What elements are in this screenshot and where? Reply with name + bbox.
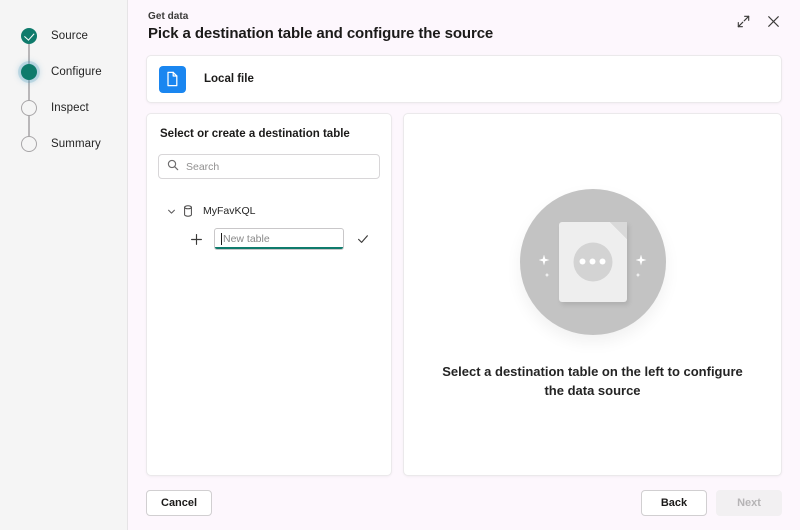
sidebar-step-label: Configure [51,66,102,78]
document-placeholder-illustration [519,188,666,335]
tree-item-label: MyFavKQL [203,205,256,217]
checkmark-icon[interactable] [355,231,371,247]
source-config-preview-panel: Select a destination table on the left t… [403,113,782,476]
step-status-pending-icon [21,136,37,152]
window-controls [734,12,782,30]
source-label: Local file [204,73,254,85]
content-panels: Select or create a destination table Sea… [146,113,782,484]
file-document-icon [159,65,186,93]
plus-icon[interactable] [188,233,204,246]
search-box[interactable] [158,154,380,179]
tree-item-myfavkql[interactable]: MyFavKQL [158,201,380,221]
destination-table-panel: Select or create a destination table Sea… [146,113,392,476]
dialog-eyebrow: Get data [148,11,189,22]
step-status-done-icon [21,28,37,44]
back-button[interactable]: Back [641,490,707,516]
dialog-header: Get data Pick a destination table and co… [146,0,782,42]
dialog-footer: Cancel Back Next [146,484,782,530]
sidebar-step-source[interactable]: Source [21,18,127,54]
wizard-steps: Source Configure Inspect Summary [0,18,127,162]
new-table-input[interactable] [222,229,337,249]
database-icon [180,205,196,217]
close-icon[interactable] [764,12,782,30]
step-status-pending-icon [21,100,37,116]
sparkle-icon [544,272,550,278]
next-button[interactable]: Next [716,490,782,516]
illustration-document [558,221,627,302]
wizard-sidebar: Source Configure Inspect Summary [0,0,128,530]
source-summary-card[interactable]: Local file [146,55,782,103]
dot [599,258,606,265]
sidebar-step-label: Summary [51,138,101,150]
get-data-dialog: Source Configure Inspect Summary Get dat… [0,0,800,530]
sidebar-step-label: Inspect [51,102,89,114]
sidebar-step-label: Source [51,30,89,42]
dot [589,258,596,265]
sparkle-icon [538,254,550,266]
empty-state-message: Select a destination table on the left t… [442,363,743,399]
dialog-main: Get data Pick a destination table and co… [128,0,800,530]
sidebar-step-summary[interactable]: Summary [21,126,127,162]
dot [579,258,586,265]
step-status-active-icon [21,64,37,80]
footer-right-buttons: Back Next [641,490,782,516]
chevron-down-icon[interactable] [165,207,178,216]
illustration-dots [573,242,612,281]
expand-diagonal-icon[interactable] [734,12,752,30]
sparkle-icon [635,272,641,278]
page-title: Pick a destination table and configure t… [148,25,494,42]
sidebar-step-inspect[interactable]: Inspect [21,90,127,126]
cancel-button[interactable]: Cancel [146,490,213,516]
sidebar-step-configure[interactable]: Configure [21,54,127,90]
new-table-row [158,224,380,254]
new-table-input-wrap[interactable] [214,228,344,250]
destination-tree: MyFavKQL [158,201,380,254]
sparkle-icon [635,254,647,266]
destination-panel-heading: Select or create a destination table [160,128,350,140]
search-icon [167,158,179,176]
search-input[interactable] [186,155,371,178]
